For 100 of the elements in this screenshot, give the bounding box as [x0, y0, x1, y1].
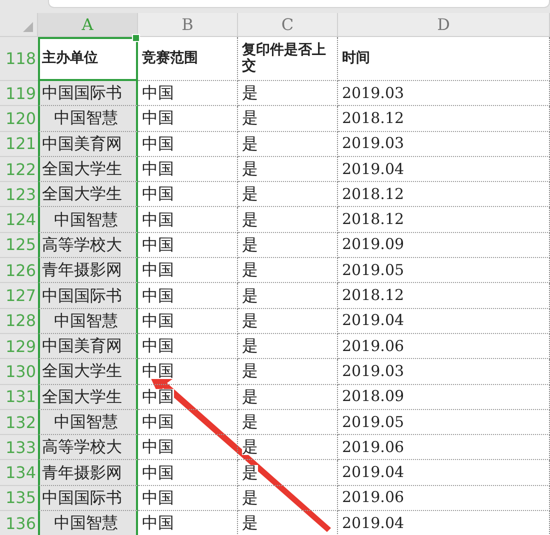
fill-handle[interactable] [132, 34, 140, 42]
table-cell: 中国国际书 [42, 490, 122, 506]
table-cell: 全国大学生 [42, 186, 122, 202]
table-cell: 中国 [142, 414, 174, 430]
row-header[interactable]: 121 [0, 132, 38, 157]
table-cell: 中国 [142, 236, 174, 253]
row-header[interactable]: 125 [0, 232, 38, 258]
table-cell: 中国 [142, 490, 174, 506]
table-cell: 中国 [142, 388, 174, 405]
select-all-icon[interactable] [23, 22, 33, 32]
table-cell: 是 [242, 338, 258, 354]
column-header[interactable]: A [38, 13, 138, 37]
table-cell: 中国 [142, 186, 174, 202]
table-cell: 中国 [142, 110, 174, 126]
row-header[interactable]: 131 [0, 384, 38, 410]
row-header[interactable]: 127 [0, 283, 38, 309]
table-cell: 是 [242, 490, 258, 506]
row-header[interactable]: 134 [0, 460, 38, 486]
table-cell: 高等学校大 [42, 439, 122, 456]
table-cell: 中国智慧 [54, 312, 118, 329]
table-cell: 2018.12 [342, 288, 404, 304]
table-cell: 是 [242, 136, 258, 152]
row-header[interactable]: 132 [0, 410, 38, 436]
table-cell: 是 [242, 388, 258, 405]
table-cell: 2019.03 [342, 136, 404, 152]
table-cell: 2019.06 [342, 490, 404, 506]
table-cell: 中国 [142, 161, 174, 178]
table-cell: 高等学校大 [42, 236, 122, 253]
table-cell: 全国大学生 [42, 388, 122, 405]
table-cell: 青年摄影网 [42, 464, 122, 481]
table-cell: 是 [242, 464, 258, 481]
table-cell: 是 [242, 363, 258, 380]
table-cell: 中国 [142, 288, 174, 304]
table-cell: 是 [242, 236, 258, 253]
table-cell: 中国智慧 [54, 110, 118, 126]
table-cell: 2019.06 [342, 338, 404, 354]
table-cell: 中国 [142, 363, 174, 380]
row-header[interactable]: 129 [0, 334, 38, 360]
table-cell: 中国 [142, 262, 174, 278]
table-cell: 中国 [142, 212, 174, 228]
row-header[interactable]: 130 [0, 359, 38, 385]
table-header-cell: 竞赛范围 [142, 50, 198, 66]
row-header[interactable]: 128 [0, 308, 38, 334]
column-header[interactable]: D [338, 13, 550, 37]
table-cell: 全国大学生 [42, 363, 122, 380]
table-cell: 中国智慧 [54, 414, 118, 430]
row-header[interactable]: 124 [0, 207, 38, 233]
table-cell: 是 [242, 288, 258, 304]
row-header[interactable]: 126 [0, 258, 38, 284]
table-cell: 2019.04 [342, 465, 404, 480]
table-cell: 2019.04 [342, 162, 404, 177]
row-header[interactable]: 119 [0, 81, 38, 106]
table-cell: 中国 [142, 515, 174, 532]
table-cell: 2019.05 [342, 262, 404, 278]
table-cell: 是 [242, 262, 258, 278]
table-cell: 中国国际书 [42, 85, 122, 102]
column-header[interactable]: B [138, 13, 238, 37]
table-cell: 中国 [142, 85, 174, 102]
table-cell: 中国 [142, 338, 174, 354]
row-header[interactable]: 120 [0, 106, 38, 132]
table-cell: 2019.04 [342, 313, 404, 328]
table-cell: 2019.09 [342, 237, 404, 252]
formula-bar[interactable] [48, 0, 550, 8]
table-cell: 2019.06 [342, 440, 404, 455]
row-header[interactable]: 118 [0, 37, 38, 81]
row-header[interactable]: 135 [0, 486, 38, 512]
table-cell: 是 [242, 85, 258, 102]
table-cell: 中国国际书 [42, 288, 122, 304]
table-cell: 2019.03 [342, 364, 404, 379]
row-header[interactable]: 122 [0, 156, 38, 182]
row-header[interactable]: 123 [0, 182, 38, 208]
table-cell: 青年摄影网 [42, 262, 122, 278]
table-cell: 2019.04 [342, 516, 404, 531]
table-cell: 2019.05 [342, 414, 404, 430]
table-header-cell: 主办单位 [42, 50, 98, 66]
table-cell: 是 [242, 186, 258, 202]
table-cell: 2018.09 [342, 389, 404, 404]
table-cell: 是 [242, 312, 258, 329]
table-cell: 是 [242, 414, 258, 430]
table-cell: 是 [242, 110, 258, 126]
table-cell: 中国美育网 [42, 338, 122, 354]
table-cell: 2019.03 [342, 86, 404, 101]
table-cell: 2018.12 [342, 110, 404, 126]
table-cell: 是 [242, 212, 258, 228]
table-cell: 2018.12 [342, 186, 404, 202]
table-cell: 中国 [142, 439, 174, 456]
row-header[interactable]: 136 [0, 511, 38, 535]
table-cell: 是 [242, 515, 258, 532]
table-cell: 中国智慧 [54, 515, 118, 532]
table-cell: 2018.12 [342, 212, 404, 228]
column-header[interactable]: C [238, 13, 338, 37]
table-cell: 中国智慧 [54, 212, 118, 228]
table-cell: 是 [242, 439, 258, 456]
table-cell: 是 [242, 161, 258, 178]
row-header[interactable]: 133 [0, 435, 38, 460]
table-header-cell: 时间 [342, 50, 370, 66]
table-cell: 中国 [142, 136, 174, 152]
table-cell: 中国 [142, 464, 174, 481]
table-cell: 中国美育网 [42, 136, 122, 152]
table-cell: 中国 [142, 312, 174, 329]
